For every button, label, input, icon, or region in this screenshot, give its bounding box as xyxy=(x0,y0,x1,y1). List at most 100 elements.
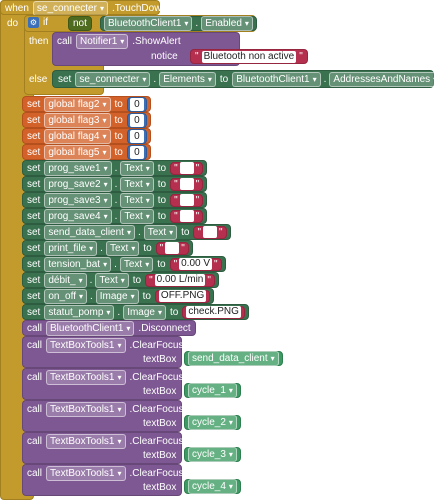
set-prog-save4-text[interactable]: set prog_save4 . Text to " " xyxy=(22,208,208,224)
notice-text[interactable]: Bluetooth non active xyxy=(201,50,297,63)
disconnect-block[interactable]: call BluetoothClient1 .Disconnect xyxy=(22,320,196,336)
set-tension-bat-text[interactable]: set tension_bat . Text to "0.00 V" xyxy=(22,256,226,272)
text-value[interactable]: 0.00 L/min xyxy=(154,274,206,286)
text-value[interactable]: OFF.PNG xyxy=(158,290,207,302)
set-on-off-image[interactable]: set on_off . Image to OFF.PNG xyxy=(22,288,215,304)
number-value[interactable]: 0 xyxy=(129,113,144,127)
condition-property-dropdown[interactable]: Enabled xyxy=(201,16,253,31)
number-block[interactable]: 0 xyxy=(126,144,147,160)
set-debit-text[interactable]: set débit_ . Text to "0.00 L/min" xyxy=(22,272,219,288)
component-dropdown[interactable]: on_off xyxy=(44,288,87,304)
textbox-arg-getter[interactable]: cycle_1 xyxy=(184,383,241,398)
notice-text-block[interactable]: " Bluetooth non active " xyxy=(190,49,308,64)
textboxtools-dropdown[interactable]: TextBoxTools1 xyxy=(46,466,126,481)
set-global-flag2[interactable]: set global flag2 to 0 xyxy=(22,96,151,112)
else-set-label: set xyxy=(58,73,72,85)
not-block[interactable]: not xyxy=(68,16,92,31)
textbox-component-dropdown[interactable]: send_data_client xyxy=(188,351,279,366)
text-block[interactable]: " " xyxy=(170,161,204,175)
component-dropdown[interactable]: prog_save1 xyxy=(44,160,112,176)
dot-separator: . xyxy=(114,162,118,174)
set-global-flag5[interactable]: set global flag5 to 0 xyxy=(22,144,151,160)
text-value[interactable] xyxy=(179,162,194,174)
number-block[interactable]: 0 xyxy=(126,128,147,144)
set-statut-pomp-image[interactable]: set statut_pomp . Image to check.PNG xyxy=(22,304,249,320)
component-dropdown[interactable]: prog_save2 xyxy=(44,176,112,192)
textbox-arg-getter[interactable]: cycle_3 xyxy=(184,447,241,462)
component-dropdown[interactable]: send_data_client xyxy=(44,224,135,240)
component-dropdown[interactable]: tension_bat xyxy=(44,256,112,272)
text-value[interactable] xyxy=(203,226,218,238)
else-value-property[interactable]: AddressesAndNames xyxy=(329,71,435,87)
number-block[interactable]: 0 xyxy=(126,112,147,128)
property-dropdown[interactable]: Text xyxy=(143,224,178,240)
textbox-component-dropdown[interactable]: cycle_4 xyxy=(188,479,237,494)
set-prog-save1-text[interactable]: set prog_save1 . Text to " " xyxy=(22,160,208,176)
number-value[interactable]: 0 xyxy=(129,145,144,159)
property-dropdown[interactable]: Text xyxy=(120,192,154,208)
property-dropdown[interactable]: Text xyxy=(120,160,154,176)
set-global-flag3[interactable]: set global flag3 to 0 xyxy=(22,112,151,128)
text-block[interactable]: " " xyxy=(170,209,204,223)
textbox-arg-getter[interactable]: cycle_2 xyxy=(184,415,241,430)
text-block[interactable]: " " xyxy=(170,177,204,191)
property-dropdown[interactable]: Image xyxy=(95,288,139,304)
condition-component-dropdown[interactable]: BluetoothClient1 xyxy=(104,16,193,31)
textbox-component-dropdown[interactable]: cycle_2 xyxy=(188,415,237,430)
global-var-dropdown[interactable]: global flag5 xyxy=(44,144,111,160)
text-block[interactable]: check.PNG xyxy=(182,305,245,319)
number-block[interactable]: 0 xyxy=(126,96,147,112)
text-value[interactable]: check.PNG xyxy=(186,306,241,318)
component-dropdown[interactable]: prog_save4 xyxy=(44,208,112,224)
else-set-component[interactable]: se_connecter xyxy=(75,71,151,87)
textbox-arg-label: textBox xyxy=(143,482,177,493)
property-dropdown[interactable]: Text xyxy=(120,176,154,192)
textbox-arg-getter[interactable]: send_data_client xyxy=(184,351,283,366)
text-block[interactable]: " 0.00 V " xyxy=(169,257,222,271)
number-value[interactable]: 0 xyxy=(129,97,144,111)
textboxtools-dropdown[interactable]: TextBoxTools1 xyxy=(46,370,126,385)
property-dropdown[interactable]: Text xyxy=(105,240,140,256)
text-value[interactable] xyxy=(165,242,180,254)
property-dropdown[interactable]: Text xyxy=(119,256,154,272)
text-block[interactable]: " " xyxy=(193,225,227,239)
text-block[interactable]: " " xyxy=(155,241,189,255)
set-send-data-client-text[interactable]: set send_data_client . Text to " " xyxy=(22,224,231,240)
event-component-dropdown[interactable]: se_connecter xyxy=(32,1,108,16)
property-dropdown[interactable]: Text xyxy=(95,272,129,288)
textboxtools-dropdown[interactable]: TextBoxTools1 xyxy=(46,402,126,417)
text-value[interactable] xyxy=(179,178,194,190)
textbox-component-dropdown[interactable]: cycle_3 xyxy=(188,447,237,462)
set-print-file-text[interactable]: set print_file . Text to " " xyxy=(22,240,193,256)
gear-icon[interactable]: ⚙ xyxy=(28,17,39,28)
else-set-property[interactable]: Elements xyxy=(159,71,216,87)
textbox-arg-getter[interactable]: cycle_4 xyxy=(184,479,241,494)
condition-getter[interactable]: BluetoothClient1 . Enabled xyxy=(100,16,257,31)
else-set-block[interactable]: set se_connecter . Elements to Bluetooth… xyxy=(52,70,435,88)
number-value[interactable]: 0 xyxy=(129,129,144,143)
text-block[interactable]: " 0.00 L/min " xyxy=(145,273,215,287)
component-dropdown[interactable]: print_file xyxy=(44,240,98,256)
textbox-component-dropdown[interactable]: cycle_1 xyxy=(188,383,237,398)
component-dropdown[interactable]: prog_save3 xyxy=(44,192,112,208)
text-value[interactable] xyxy=(179,210,194,222)
property-dropdown[interactable]: Text xyxy=(120,208,154,224)
global-var-dropdown[interactable]: global flag2 xyxy=(44,96,111,112)
textboxtools-dropdown[interactable]: TextBoxTools1 xyxy=(46,338,126,353)
text-value[interactable] xyxy=(179,194,194,206)
text-block[interactable]: " " xyxy=(170,193,204,207)
set-prog-save3-text[interactable]: set prog_save3 . Text to " " xyxy=(22,192,208,208)
notifier-dropdown[interactable]: Notifier1 xyxy=(76,34,129,49)
set-prog-save2-text[interactable]: set prog_save2 . Text to " " xyxy=(22,176,208,192)
text-block[interactable]: OFF.PNG xyxy=(154,289,211,303)
property-dropdown[interactable]: Image xyxy=(123,304,166,320)
text-value[interactable]: 0.00 V xyxy=(179,258,213,270)
component-dropdown[interactable]: débit_ xyxy=(44,272,87,288)
set-global-flag4[interactable]: set global flag4 to 0 xyxy=(22,128,151,144)
textboxtools-dropdown[interactable]: TextBoxTools1 xyxy=(46,434,126,449)
else-value-component[interactable]: BluetoothClient1 xyxy=(232,71,321,87)
component-dropdown[interactable]: statut_pomp xyxy=(44,304,115,320)
global-var-dropdown[interactable]: global flag3 xyxy=(44,112,111,128)
global-var-dropdown[interactable]: global flag4 xyxy=(44,128,111,144)
bluetooth-component-dropdown[interactable]: BluetoothClient1 xyxy=(46,320,135,336)
